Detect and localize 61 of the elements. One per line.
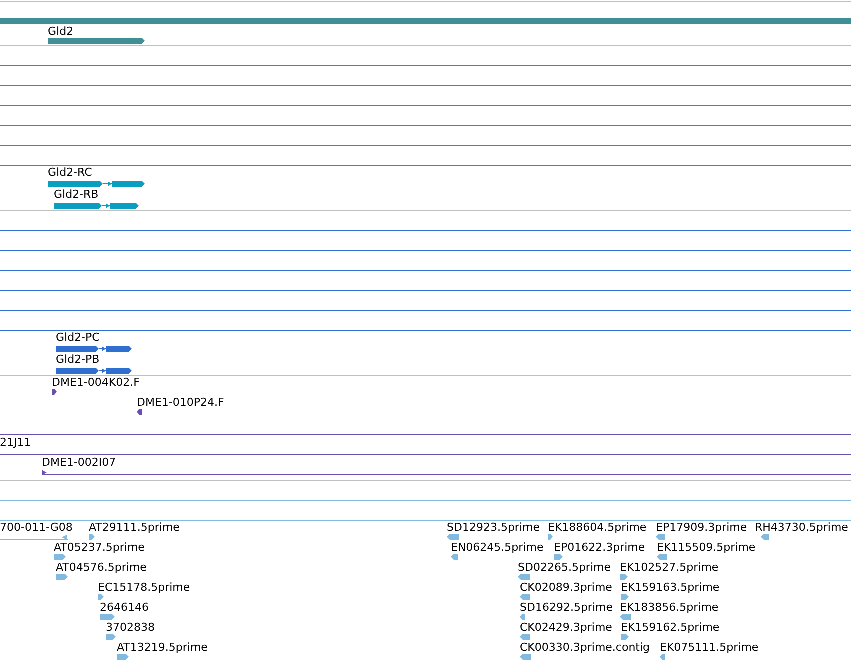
feature-arrow [520,634,530,640]
span-line [0,534,68,540]
feature-label: Gld2-PC [56,331,100,344]
feature-arrow [117,654,129,660]
feature-arrow [518,574,530,580]
feature-label: RH43730.5prime [755,521,848,534]
feature-label: EK102527.5prime [620,561,719,574]
feature-label: EK159163.5prime [621,581,720,594]
feature-label: 700-011-G08 [0,521,73,534]
feature-arrow [137,409,142,415]
feature-arrow [54,554,66,560]
feature-label: AT05237.5prime [54,541,145,554]
feature-arrow [52,389,57,395]
feature-label: EK183856.5prime [620,601,719,614]
feature-arrow [520,654,531,660]
feature-arrow [620,574,628,580]
feature-arrow [106,634,116,640]
feature-arrow [451,554,458,560]
feature-arrow [621,634,629,640]
feature-arrow [761,534,769,540]
feature-label: EP01622.3prime [554,541,646,554]
feature-arrow [520,614,525,620]
feature-label: 3702838 [106,621,155,634]
feature-label: EK115509.5prime [657,541,756,554]
feature-label: AT29111.5prime [89,521,180,534]
feature-arrow [98,594,104,600]
feature-label: EN06245.5prime [451,541,544,554]
feature-label: Gld2-RB [54,188,99,201]
feature-arrow [657,554,667,560]
feature-label: Gld2-RC [48,166,92,179]
feature-label: DME1-010P24.F [137,396,224,409]
feature-label: CK02429.3prime [520,621,612,634]
feature-arrow [100,614,115,620]
feature-label: SD16292.5prime [520,601,613,614]
feature-label: EC15178.5prime [98,581,190,594]
feature-arrow [447,534,459,540]
feature-label: CK00330.3prime.contig [520,641,650,654]
feature-label: EK075111.5prime [660,641,759,654]
feature-label: DME1-002I07 [42,456,116,469]
feature-label: CK02089.3prime [520,581,612,594]
feature-arrow [620,614,631,620]
feature-label: SD02265.5prime [518,561,611,574]
feature-arrow [656,534,665,540]
feature-label: 21J11 [0,436,32,449]
feature-arrow [660,654,665,660]
feature-arrow [56,574,68,580]
feature-label: Gld2 [48,25,74,38]
feature-label: EK159162.5prime [621,621,720,634]
feature-label: 2646146 [100,601,149,614]
feature-label: AT13219.5prime [117,641,208,654]
feature-label: DME1-004K02.F [52,376,140,389]
feature-label: Gld2-PB [56,353,100,366]
feature-label: SD12923.5prime [447,521,540,534]
feature-arrow [621,594,629,600]
feature-label: EP17909.3prime [656,521,748,534]
feature-label: EK188604.5prime [548,521,647,534]
feature-arrow [548,534,553,540]
feature-arrow [520,594,530,600]
feature-label: AT04576.5prime [56,561,147,574]
feature-arrow [89,534,95,540]
feature-arrow [554,554,563,560]
